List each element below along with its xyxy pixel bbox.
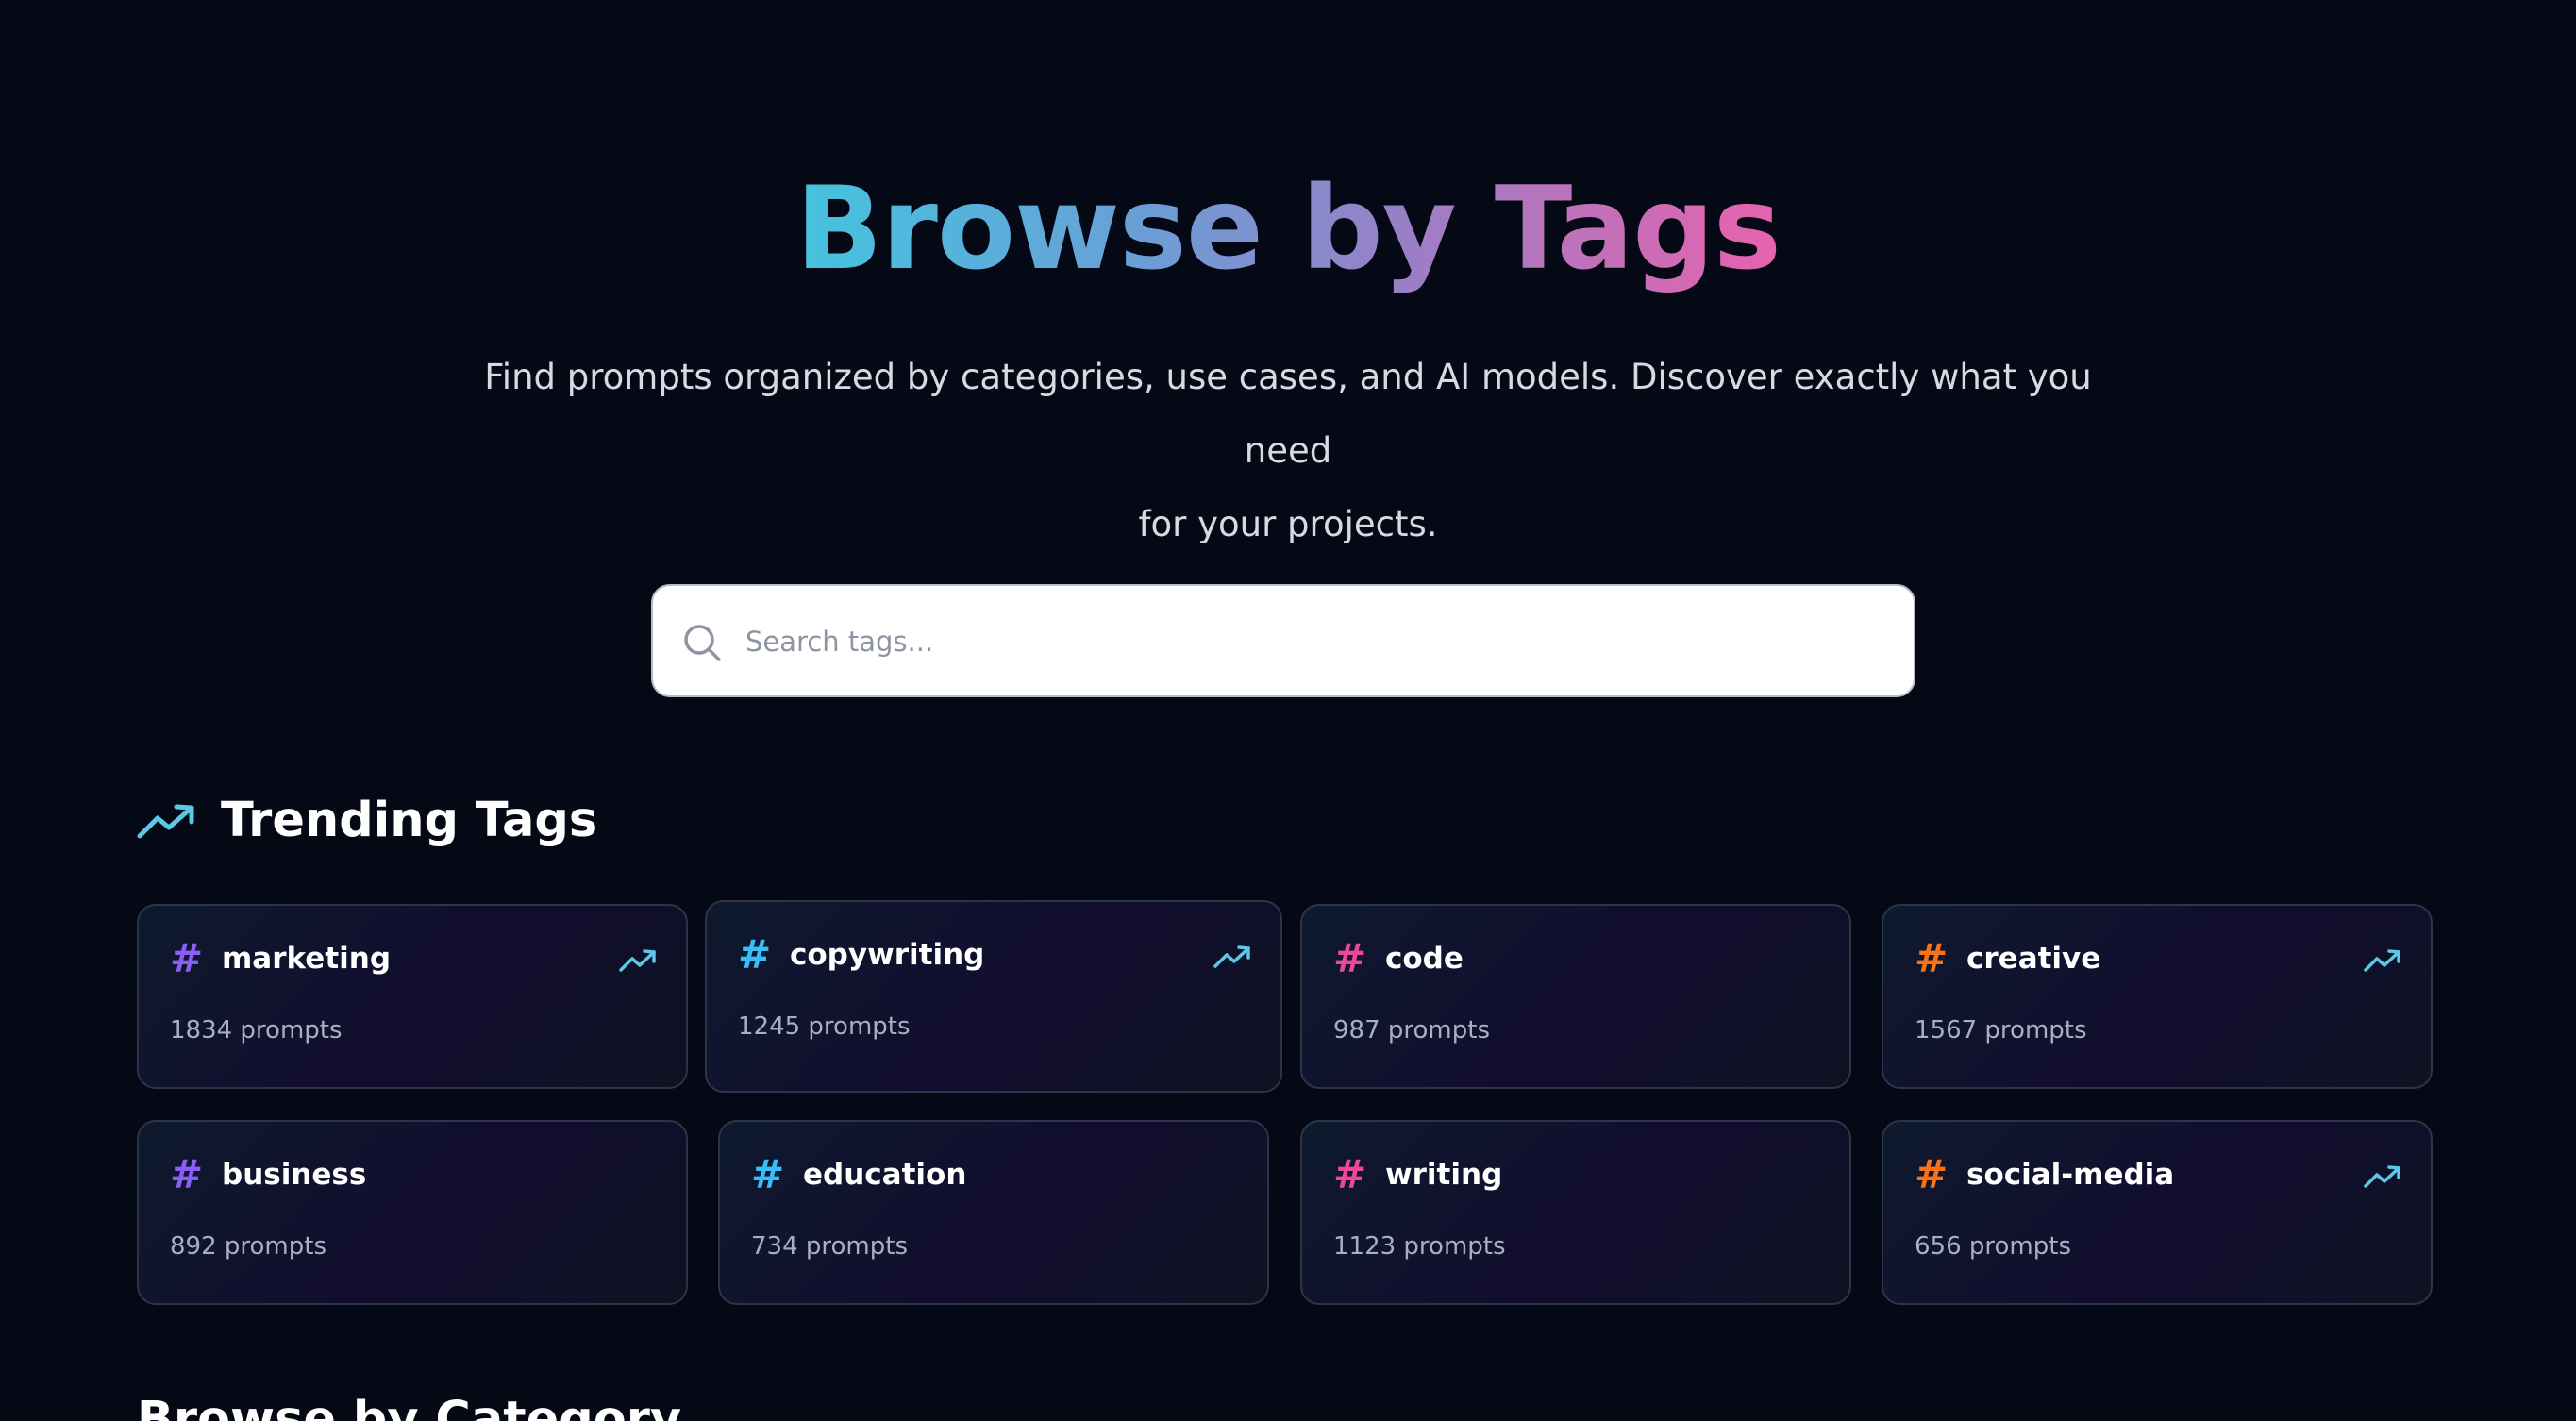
trending-up-icon	[2364, 949, 2400, 972]
tag-name: creative	[1966, 942, 2101, 976]
tag-prompt-count: 1567 prompts	[1915, 1016, 2087, 1045]
trending-up-icon	[2364, 1165, 2400, 1188]
tag-card-code[interactable]: # code 987 prompts	[1300, 904, 1851, 1089]
page-title: Browse by Tags	[0, 159, 2576, 300]
hash-icon: #	[738, 931, 772, 978]
page-title-text: Browse by Tags	[795, 162, 1781, 295]
hash-icon: #	[1333, 1151, 1367, 1197]
tag-prompt-count: 1123 prompts	[1333, 1232, 1506, 1261]
tag-card-social-media[interactable]: # social-media 656 prompts	[1882, 1120, 2433, 1305]
tag-prompt-count: 734 prompts	[751, 1232, 908, 1261]
hash-icon: #	[1915, 1151, 1949, 1197]
tag-card-marketing[interactable]: # marketing 1834 prompts	[137, 904, 688, 1089]
tag-name: marketing	[222, 942, 392, 976]
browse-by-category-title: Browse by Category	[137, 1392, 682, 1421]
tag-prompt-count: 987 prompts	[1333, 1016, 1490, 1045]
tag-card-writing[interactable]: # writing 1123 prompts	[1300, 1120, 1851, 1305]
tag-prompt-count: 656 prompts	[1915, 1232, 2071, 1261]
tag-card-creative[interactable]: # creative 1567 prompts	[1882, 904, 2433, 1089]
tag-card-education[interactable]: # education 734 prompts	[718, 1120, 1269, 1305]
tag-prompt-count: 892 prompts	[170, 1232, 326, 1261]
trending-up-icon	[1213, 945, 1250, 968]
hash-icon: #	[170, 935, 204, 981]
tag-card-copywriting[interactable]: # copywriting 1245 prompts	[705, 900, 1282, 1093]
tag-name: education	[803, 1158, 967, 1192]
hash-icon: #	[170, 1151, 204, 1197]
tag-prompt-count: 1834 prompts	[170, 1016, 343, 1045]
hash-icon: #	[1333, 935, 1367, 981]
trending-up-icon	[619, 949, 656, 972]
tag-name: writing	[1385, 1158, 1503, 1192]
trending-tags-title: Trending Tags	[221, 793, 598, 848]
search-icon	[684, 625, 721, 661]
hash-icon: #	[751, 1151, 785, 1197]
tag-prompt-count: 1245 prompts	[738, 1012, 911, 1041]
tag-name: social-media	[1966, 1158, 2175, 1192]
trending-section-header: Trending Tags	[137, 788, 597, 854]
tag-name: code	[1385, 942, 1464, 976]
browse-tags-page: Browse by Tags Find prompts organized by…	[0, 0, 2576, 1421]
page-subtitle: Find prompts organized by categories, us…	[439, 341, 2137, 561]
search-box[interactable]	[651, 584, 1915, 697]
subtitle-line-1: Find prompts organized by categories, us…	[484, 357, 2092, 471]
trending-up-icon	[137, 804, 194, 839]
tag-name: copywriting	[790, 938, 985, 972]
tag-card-business[interactable]: # business 892 prompts	[137, 1120, 688, 1305]
hash-icon: #	[1915, 935, 1949, 981]
subtitle-line-2: for your projects.	[1138, 504, 1438, 544]
search-input[interactable]	[744, 605, 1880, 678]
tag-name: business	[222, 1158, 367, 1192]
